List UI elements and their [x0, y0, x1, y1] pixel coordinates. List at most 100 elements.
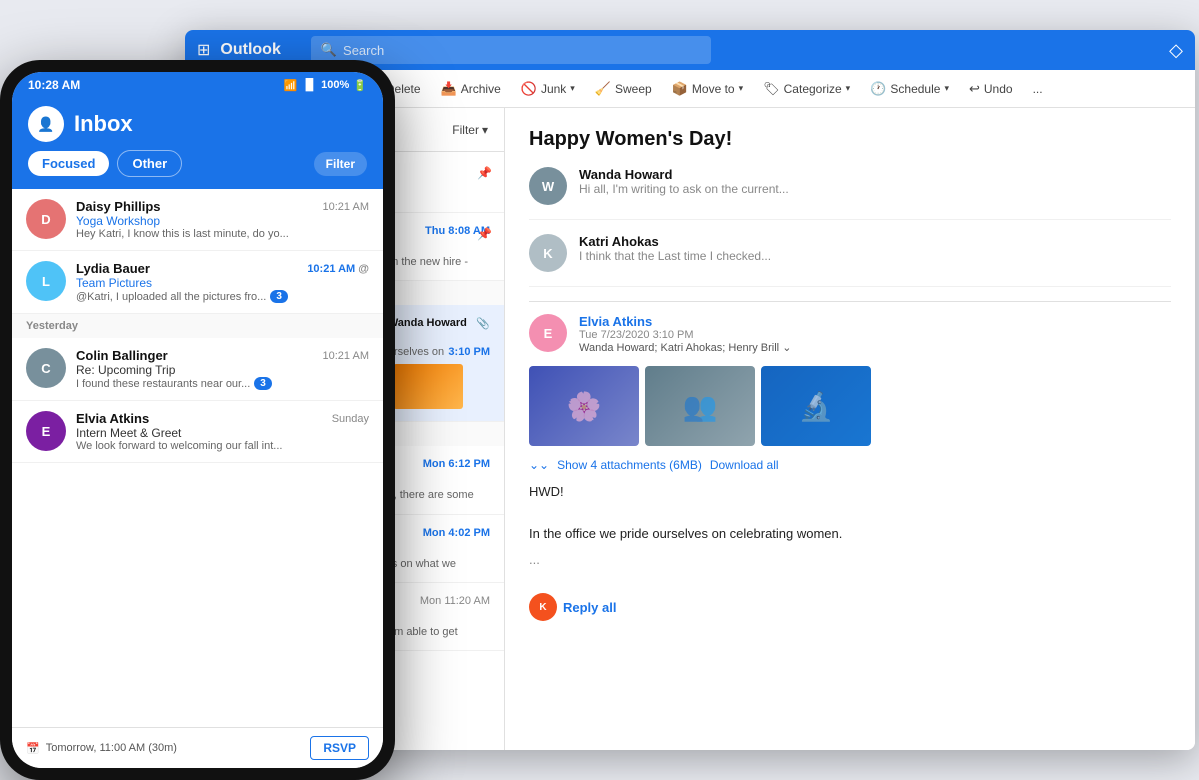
- at-icon: @: [358, 263, 369, 275]
- filter-label: Filter: [452, 123, 479, 137]
- sender-name: Elvia Atkins: [579, 314, 791, 329]
- schedule-label: Schedule: [890, 82, 940, 96]
- email-subject: Intern Meet & Greet: [76, 426, 369, 440]
- email-header: Daisy Phillips 10:21 AM: [76, 199, 369, 214]
- schedule-button[interactable]: 🕐 Schedule ▾: [862, 77, 957, 101]
- email-sender: Lydia Bauer: [76, 261, 150, 276]
- rsvp-button[interactable]: RSVP: [310, 736, 369, 760]
- phone-filter-button[interactable]: Filter: [314, 152, 367, 176]
- schedule-icon: 🕐: [870, 81, 886, 97]
- reply-avatar: K: [529, 593, 557, 621]
- avatar: D: [26, 199, 66, 239]
- body-ellipsis: ...: [529, 552, 1171, 567]
- phone-container: 10:28 AM 📶 ▐▌ 100% 🔋 👤 Inbox Focused: [0, 60, 410, 760]
- phone-avatar-row: 👤 Inbox: [28, 106, 367, 142]
- more-label: ...: [1033, 82, 1043, 96]
- chevron-down-icon: ▾: [482, 123, 488, 137]
- premium-icon: ◇: [1169, 40, 1183, 61]
- archive-label: Archive: [461, 82, 501, 96]
- reminder-text: Tomorrow, 11:00 AM (30m): [46, 742, 177, 754]
- phone-status-bar: 10:28 AM 📶 ▐▌ 100% 🔋: [12, 72, 383, 98]
- photo-decoration: 🌸: [529, 366, 639, 446]
- search-input[interactable]: [343, 43, 701, 58]
- phone-bottom-bar: 📅 Tomorrow, 11:00 AM (30m) RSVP: [12, 727, 383, 768]
- sender-name: Katri Ahokas: [579, 234, 1171, 249]
- pin-icon: 📌: [477, 166, 492, 180]
- sender-info: Wanda Howard Hi all, I'm writing to ask …: [579, 167, 1171, 196]
- chevron-down-icon: ▾: [570, 83, 575, 94]
- calendar-icon: 📅: [26, 742, 40, 755]
- avatar: L: [26, 261, 66, 301]
- main-sender-info: Elvia Atkins Tue 7/23/2020 3:10 PM Wanda…: [579, 314, 791, 354]
- email-header: Lydia Bauer 10:21 AM @: [76, 261, 369, 276]
- email-header: Colin Ballinger 10:21 AM: [76, 348, 369, 363]
- sweep-button[interactable]: 🧹 Sweep: [587, 77, 660, 101]
- categorize-icon: 🏷: [763, 81, 780, 97]
- email-time: 10:21 AM: [323, 201, 369, 213]
- sender-row: K Katri Ahokas I think that the Last tim…: [529, 234, 1171, 287]
- avatar: C: [26, 348, 66, 388]
- list-item[interactable]: C Colin Ballinger 10:21 AM Re: Upcoming …: [12, 338, 383, 401]
- move-to-button[interactable]: 📦 Move to ▾: [664, 77, 751, 101]
- categorize-label: Categorize: [784, 82, 842, 96]
- phone-tab-focused[interactable]: Focused: [28, 151, 109, 176]
- undo-icon: ↩: [969, 81, 980, 97]
- reply-all-label: Reply all: [563, 600, 616, 615]
- undo-label: Undo: [984, 82, 1013, 96]
- pin-icon: 📌: [477, 227, 492, 241]
- move-to-label: Move to: [692, 82, 735, 96]
- photo-decoration: 🔬: [761, 366, 871, 446]
- phone-screen: 10:28 AM 📶 ▐▌ 100% 🔋 👤 Inbox Focused: [12, 72, 383, 768]
- junk-label: Junk: [541, 82, 566, 96]
- email-preview: I found these restaurants near our...: [76, 378, 250, 390]
- email-to: Wanda Howard; Katri Ahokas; Henry Brill …: [579, 341, 791, 354]
- undo-button[interactable]: ↩ Undo: [961, 77, 1021, 101]
- attachment-photo: 🔬: [761, 366, 871, 446]
- battery-text: 100%: [321, 79, 349, 91]
- sender-preview: I think that the Last time I checked...: [579, 249, 1171, 263]
- phone-user-avatar[interactable]: 👤: [28, 106, 64, 142]
- avatar: E: [26, 411, 66, 451]
- junk-button[interactable]: 🚫 Junk ▾: [513, 77, 583, 101]
- more-button[interactable]: ...: [1025, 78, 1051, 100]
- phone-tab-other[interactable]: Other: [117, 150, 182, 177]
- email-content: Daisy Phillips 10:21 AM Yoga Workshop He…: [76, 199, 369, 240]
- phone-header: 👤 Inbox Focused Other Filter: [12, 98, 383, 189]
- email-header: Elvia Atkins Sunday: [76, 411, 369, 426]
- avatar: W: [529, 167, 567, 205]
- unread-badge: 3: [270, 290, 288, 303]
- attachments-label[interactable]: Show 4 attachments (6MB): [557, 458, 702, 472]
- email-content: Elvia Atkins Sunday Intern Meet & Greet …: [76, 411, 369, 452]
- list-item[interactable]: L Lydia Bauer 10:21 AM @ Team Pictures @…: [12, 251, 383, 314]
- email-time: 3:10 PM: [448, 346, 490, 358]
- categorize-button[interactable]: 🏷 Categorize ▾: [755, 77, 858, 101]
- sender-preview: Hi all, I'm writing to ask on the curren…: [579, 182, 1171, 196]
- filter-button[interactable]: Filter ▾: [452, 123, 488, 137]
- download-all-button[interactable]: Download all: [710, 458, 779, 472]
- email-date: Tue 7/23/2020 3:10 PM: [579, 329, 791, 341]
- search-icon: 🔍: [321, 42, 337, 58]
- email-subject: Team Pictures: [76, 276, 369, 290]
- sweep-icon: 🧹: [595, 81, 611, 97]
- sender-info: Katri Ahokas I think that the Last time …: [579, 234, 1171, 263]
- email-preview: @Katri, I uploaded all the pictures fro.…: [76, 291, 266, 303]
- attachment-photo: 🌸: [529, 366, 639, 446]
- email-subject: Yoga Workshop: [76, 214, 369, 228]
- list-item[interactable]: E Elvia Atkins Sunday Intern Meet & Gree…: [12, 401, 383, 463]
- expand-attachments-icon: ⌄⌄: [529, 458, 549, 472]
- email-sender: Colin Ballinger: [76, 348, 168, 363]
- sender-name: Wanda Howard: [579, 167, 1171, 182]
- photo-decoration: 👥: [645, 366, 755, 446]
- avatar: E: [529, 314, 567, 352]
- sweep-label: Sweep: [615, 82, 652, 96]
- phone-tabs: Focused Other Filter: [28, 150, 367, 177]
- email-time: Mon 4:02 PM: [423, 527, 490, 542]
- waffle-icon[interactable]: ⊞: [197, 40, 210, 60]
- archive-button[interactable]: 📥 Archive: [433, 77, 509, 101]
- email-subject: Re: Upcoming Trip: [76, 363, 369, 377]
- expand-icon[interactable]: ⌄: [782, 342, 791, 354]
- list-item[interactable]: D Daisy Phillips 10:21 AM Yoga Workshop …: [12, 189, 383, 251]
- attachments-info: ⌄⌄ Show 4 attachments (6MB) Download all: [529, 458, 1171, 472]
- email-content: Colin Ballinger 10:21 AM Re: Upcoming Tr…: [76, 348, 369, 390]
- reply-all-button[interactable]: K Reply all: [529, 587, 1171, 627]
